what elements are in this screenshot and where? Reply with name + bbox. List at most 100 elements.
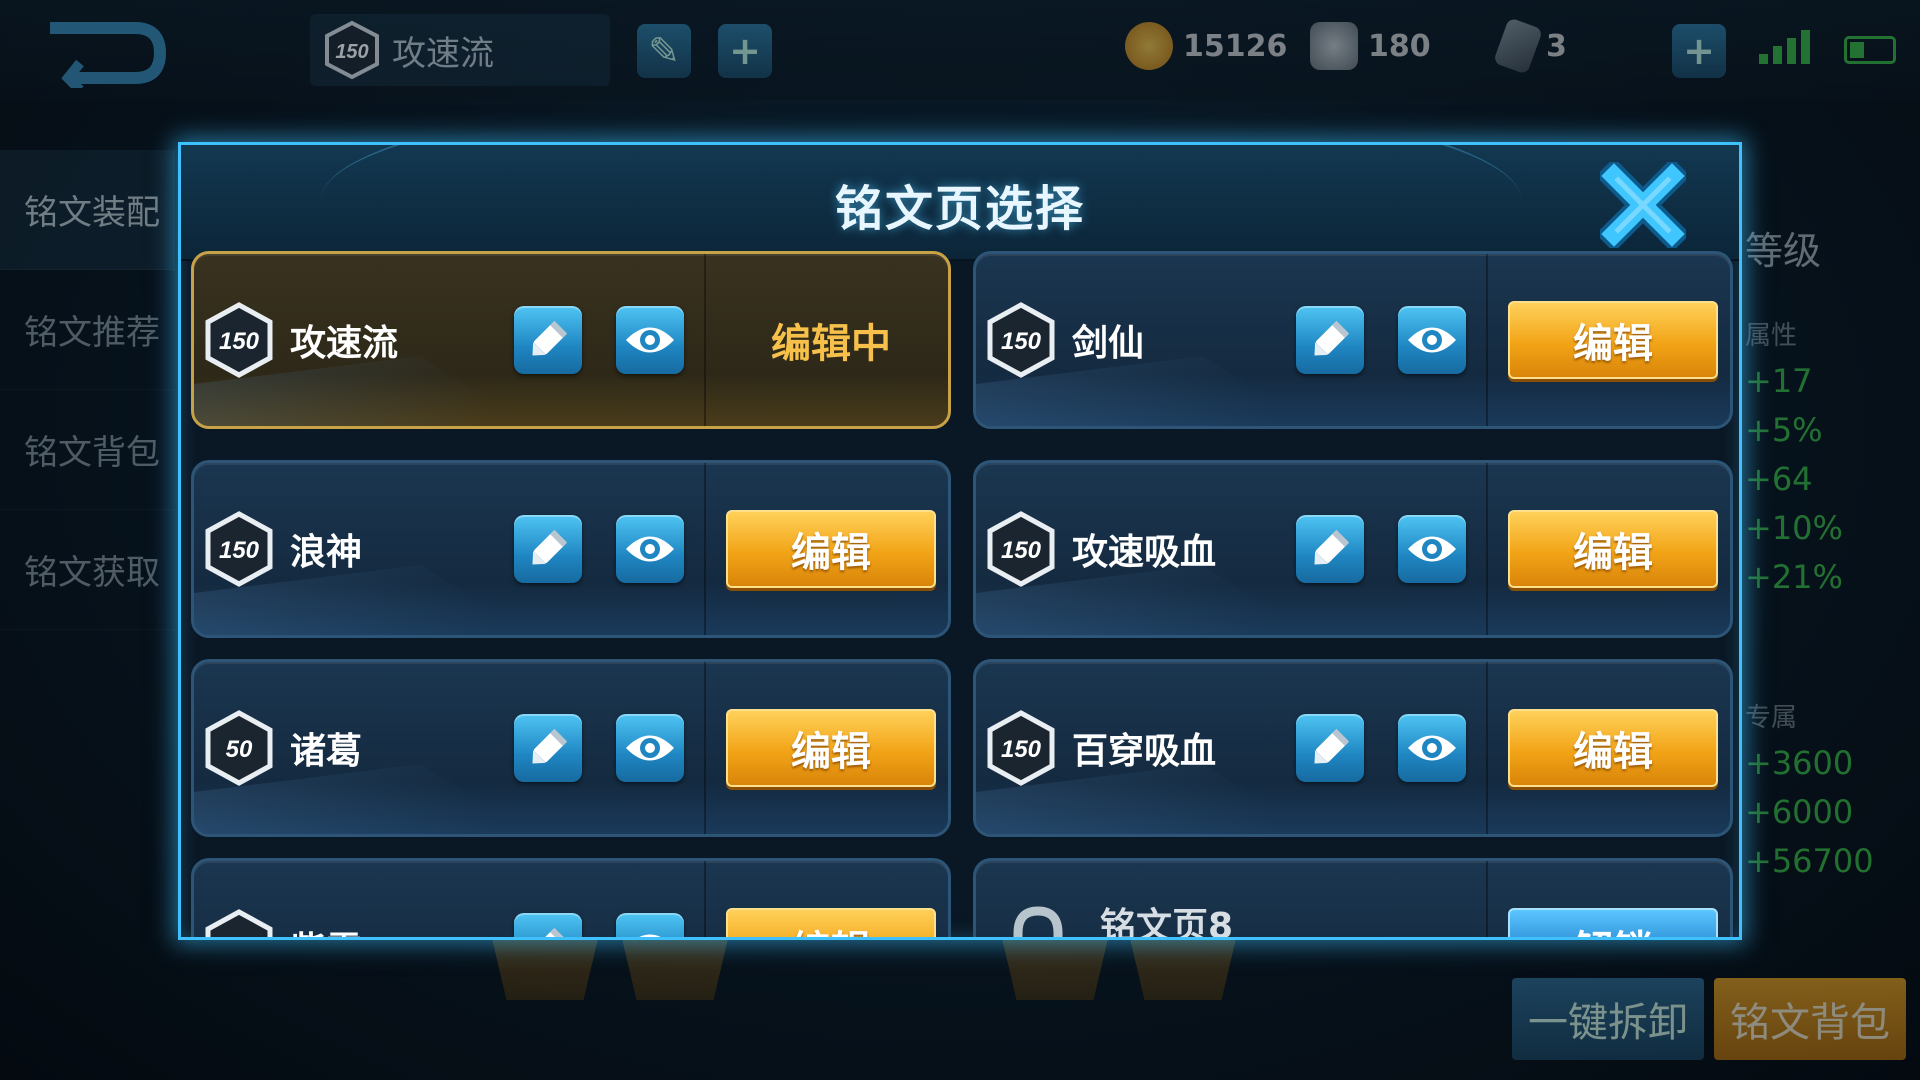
inscription-bag-button[interactable]: 铭文背包	[1714, 978, 1906, 1060]
page-card[interactable]: 150 攻速流 编辑中	[191, 251, 951, 429]
rename-button[interactable]	[514, 306, 582, 374]
page-card[interactable]: 铭文页8铭文页尚未解锁解锁	[973, 858, 1733, 940]
stat-value: +6000	[1745, 793, 1854, 831]
preview-button[interactable]	[1398, 515, 1466, 583]
preview-button[interactable]	[616, 306, 684, 374]
page-level: 150	[1001, 736, 1042, 763]
sidebar-item-recommend[interactable]: 铭文推荐	[0, 270, 175, 390]
page-card[interactable]: 125 紫霞 编辑	[191, 858, 951, 940]
preview-button[interactable]	[616, 515, 684, 583]
rename-button[interactable]	[514, 515, 582, 583]
card-divider	[704, 463, 706, 635]
page-name: 百穿吸血	[1072, 731, 1217, 772]
page-select-modal: 铭文页选择 150 攻速流 编辑中 150 剑仙 编辑 150 浪神 编辑 150 攻速吸血 编辑 50…	[178, 142, 1742, 940]
card-divider	[704, 662, 706, 834]
page-level: 150	[219, 328, 260, 355]
rename-button[interactable]	[514, 913, 582, 937]
add-resource-button[interactable]: +	[1672, 24, 1726, 78]
signal-icon	[1759, 30, 1810, 64]
sidebar-item-equip[interactable]: 铭文装配	[0, 150, 175, 270]
stat-value: +21%	[1745, 558, 1843, 596]
edit-button[interactable]: 编辑	[726, 908, 936, 937]
level-badge-icon: 150	[325, 20, 379, 80]
page-name: 铭文页8	[1100, 906, 1234, 940]
preview-button[interactable]	[616, 714, 684, 782]
page-card[interactable]: 150 剑仙 编辑	[973, 251, 1733, 429]
level-badge-icon: 150	[205, 511, 273, 587]
diamond-icon	[1310, 22, 1358, 70]
stat-value: +5%	[1745, 411, 1823, 449]
diamond-value: 180	[1368, 28, 1431, 64]
rename-icon[interactable]: ✎	[637, 24, 691, 78]
page-card[interactable]: 150 浪神 编辑	[191, 460, 951, 638]
edit-button[interactable]: 编辑	[1508, 510, 1718, 588]
inscription-slot-icon	[1128, 930, 1238, 1000]
page-level: 125	[219, 935, 260, 940]
card-divider	[1486, 861, 1488, 937]
rename-button[interactable]	[1296, 515, 1364, 583]
back-icon[interactable]	[40, 18, 170, 88]
stats-section-exclusive: 专属	[1745, 703, 1798, 733]
current-page-chip[interactable]: 150 攻速流	[310, 14, 610, 86]
unlock-button[interactable]: 解锁	[1508, 908, 1718, 937]
sidebar-item-obtain[interactable]: 铭文获取	[0, 510, 175, 630]
rename-card-value: 3	[1546, 28, 1567, 64]
stat-value: +64	[1745, 460, 1813, 498]
add-page-button[interactable]: +	[718, 24, 772, 78]
stat-value: +17	[1745, 362, 1813, 400]
level-badge-icon: 150	[987, 302, 1055, 378]
sidebar-item-bag[interactable]: 铭文背包	[0, 390, 175, 510]
page-card[interactable]: 50 诸葛 编辑	[191, 659, 951, 837]
unequip-all-button[interactable]: 一键拆卸	[1512, 978, 1704, 1060]
page-name: 诸葛	[290, 731, 363, 772]
preview-button[interactable]	[1398, 306, 1466, 374]
edit-button[interactable]: 编辑	[1508, 709, 1718, 787]
gold-coin-icon	[1125, 22, 1173, 70]
eye-icon	[1406, 323, 1458, 357]
level-badge-icon: 150	[205, 302, 273, 378]
inscription-slot-icon	[490, 930, 600, 1000]
page-level: 150	[1001, 537, 1042, 564]
edit-button[interactable]: 编辑	[726, 709, 936, 787]
bottom-buttons: 一键拆卸 铭文背包	[1512, 978, 1906, 1060]
eye-icon	[1406, 532, 1458, 566]
edit-button[interactable]: 编辑	[1508, 301, 1718, 379]
page-card[interactable]: 150 攻速吸血 编辑	[973, 460, 1733, 638]
editing-status: 编辑中	[771, 321, 891, 367]
eye-icon	[624, 532, 676, 566]
page-name: 攻速吸血	[1072, 532, 1217, 573]
card-divider	[704, 254, 706, 426]
battery-icon	[1844, 36, 1896, 64]
stat-value: +56700	[1745, 842, 1874, 880]
rename-card-resource: 3	[1492, 17, 1567, 75]
pencil-icon	[526, 318, 570, 362]
preview-button[interactable]	[1398, 714, 1466, 782]
edit-button[interactable]: 编辑	[726, 510, 936, 588]
current-page-name: 攻速流	[392, 33, 494, 74]
svg-text:150: 150	[335, 41, 368, 63]
stats-section-attributes: 属性	[1745, 321, 1798, 351]
rename-button[interactable]	[514, 714, 582, 782]
page-level: 150	[1001, 328, 1042, 355]
preview-button[interactable]	[616, 913, 684, 937]
card-divider	[1486, 254, 1488, 426]
page-level: 150	[219, 537, 260, 564]
modal-header: 铭文页选择	[181, 145, 1739, 261]
lock-icon	[1013, 906, 1063, 937]
stats-header: 等级	[1745, 229, 1822, 273]
stats-panel: 等级 属性 +17 +5% +64 +10% +21% 专属 +3600 +60…	[1745, 220, 1920, 891]
level-badge-icon: 150	[987, 511, 1055, 587]
close-button[interactable]	[1595, 159, 1691, 251]
pencil-icon	[1308, 726, 1352, 770]
stat-value: +10%	[1745, 509, 1843, 547]
rename-button[interactable]	[1296, 306, 1364, 374]
rename-button[interactable]	[1296, 714, 1364, 782]
card-divider	[704, 861, 706, 937]
inscription-slot-icon	[620, 930, 730, 1000]
close-icon	[1600, 162, 1686, 248]
level-badge-icon: 125	[205, 909, 273, 940]
level-badge-icon: 150	[987, 710, 1055, 786]
page-name: 紫霞	[290, 921, 362, 937]
page-card[interactable]: 150 百穿吸血 编辑	[973, 659, 1733, 837]
pencil-icon	[526, 527, 570, 571]
